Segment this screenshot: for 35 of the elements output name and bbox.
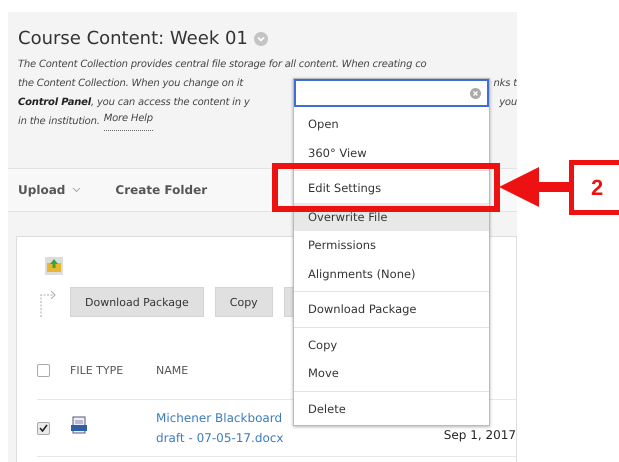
description-text: The Content Collection provides central file storage for all content. When creating co	[18, 58, 426, 72]
column-header: NAME	[156, 364, 188, 377]
page-title: Course Content: Week 01	[18, 28, 248, 49]
select-all-checkbox[interactable]	[37, 364, 50, 377]
menu-item[interactable]: Delete	[294, 394, 489, 423]
menu-item[interactable]: Alignments (None)	[294, 260, 489, 288]
search-field[interactable]	[294, 79, 489, 107]
menu-item[interactable]: Edit Settings	[294, 174, 489, 202]
description-text: Control Panel, you can access the content in y	[18, 96, 250, 110]
menu-item[interactable]: Open	[294, 110, 489, 138]
menu-item[interactable]: Download Package	[294, 295, 489, 324]
menu-item[interactable]: Permissions	[294, 231, 489, 260]
upload-folder-icon	[45, 257, 63, 275]
clear-icon	[470, 88, 481, 98]
description-text: in the institution.	[18, 115, 100, 129]
menu-item[interactable]: Move	[294, 359, 489, 388]
step-number-label: 2	[569, 160, 619, 215]
document-icon	[70, 416, 88, 436]
row-checkbox[interactable]	[37, 422, 50, 434]
toolbar-button[interactable]: Create Folder	[112, 179, 210, 201]
date-text: Sep 1, 2017	[444, 428, 516, 442]
file-name-link[interactable]: Michener Blackboard draft - 07-05-17.docx	[156, 408, 284, 448]
column-header: FILE TYPE	[70, 364, 124, 377]
chevron-down-icon	[72, 187, 82, 193]
action-button[interactable]: Copy	[214, 287, 273, 317]
checkmark-icon	[39, 424, 48, 432]
more-help-link[interactable]: More Help	[104, 112, 153, 131]
menu-item[interactable]: 360° View	[294, 138, 489, 167]
description-text: nks t	[494, 77, 517, 91]
chevron-circle-icon	[254, 32, 268, 46]
menu-item[interactable]: Copy	[294, 330, 489, 359]
description-text: you	[499, 96, 517, 110]
description-text: the Content Collection. When you change on it	[18, 77, 244, 91]
action-button[interactable]: Download Package	[70, 287, 204, 317]
toolbar-button[interactable]: Upload	[15, 179, 84, 201]
